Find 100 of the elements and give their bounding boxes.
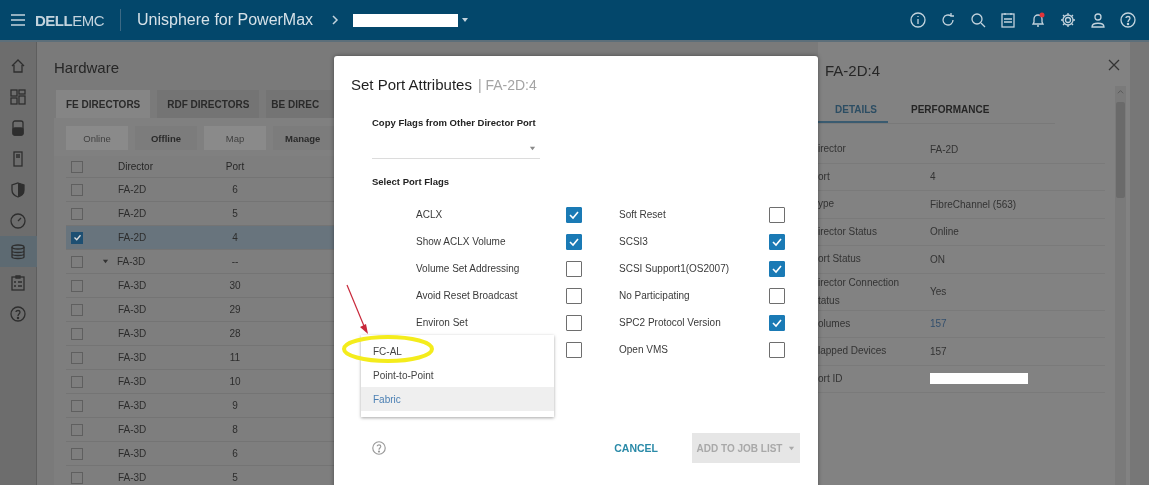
field-label: irector Status [818,224,878,239]
checkbox[interactable] [769,234,785,250]
table-cell-text: 6 [231,184,239,195]
panel-title: FA-2D:4 [825,62,881,81]
checkbox[interactable] [566,207,582,223]
scrollbar-thumb[interactable] [1116,102,1125,198]
field-label: Copy Flags from Other Director Port [372,117,537,128]
column-header[interactable]: Director [118,161,153,172]
checkbox[interactable] [566,234,582,250]
field-label: ort [818,169,831,184]
checkbox[interactable] [769,315,785,331]
field-value: 157 [930,345,947,357]
action-button[interactable]: Manage [273,126,334,150]
close-icon[interactable] [1107,58,1121,72]
table-cell: FA-3D [118,328,147,339]
checkbox[interactable] [769,261,785,277]
caret-icon[interactable] [529,145,536,152]
checklist-icon [9,273,27,292]
checkbox[interactable] [71,160,83,173]
checkbox[interactable] [769,288,785,304]
checkbox[interactable] [71,351,83,364]
table-cell: FA-3D [118,448,147,459]
table-cell-text: 8 [231,424,239,435]
field-value: Yes [930,286,947,297]
checkbox[interactable] [71,399,83,412]
info-icon[interactable] [909,11,927,29]
column-header[interactable]: Port [220,161,250,172]
caret-icon[interactable] [461,16,470,24]
checkbox[interactable] [71,447,83,460]
checkbox[interactable] [71,423,83,436]
checkbox[interactable] [71,303,83,316]
volumes-link[interactable]: 157 [930,318,947,330]
cancel-button[interactable]: CANCEL [608,442,664,454]
help-icon[interactable] [1119,11,1137,29]
field-label: ype [818,197,836,212]
checkbox[interactable] [71,183,83,196]
checkbox[interactable] [71,327,83,340]
checkbox[interactable] [71,471,83,484]
bell-icon[interactable] [1029,11,1047,29]
shield-icon [9,180,27,199]
calendar-icon[interactable] [999,11,1017,29]
field-value: 4 [930,171,936,183]
checkbox[interactable] [566,261,582,277]
table-cell: FA-2D [118,208,147,219]
dialog-subtitle: | FA-2D:4 [477,77,537,93]
caret-icon[interactable] [102,258,109,265]
table-cell-text: -- [230,256,240,267]
checkbox[interactable] [769,207,785,223]
brand-logo: DELLEMC [35,11,104,29]
refresh-icon[interactable] [939,11,957,29]
flag-label: Show ACLX Volume [416,235,507,249]
tab[interactable]: PERFORMANCE [911,97,990,123]
table-cell-text: 10 [228,376,242,387]
menu-item[interactable]: Point-to-Point [361,363,554,387]
menu-item[interactable]: Fabric [361,387,554,411]
field-value: FibreChannel (563) [930,198,1017,210]
table-cell-text: 9 [231,400,239,411]
checkbox[interactable] [566,288,582,304]
table-cell-text: 11 [228,352,242,363]
database-icon [9,242,27,261]
settings-icon[interactable] [1059,11,1077,29]
scrollbar[interactable] [1115,86,1126,485]
field-label: irector Connection tatus [818,275,901,308]
user-icon[interactable] [1089,11,1107,29]
table-cell: FA-3D [118,304,147,315]
table-cell-text: 28 [228,328,242,339]
table-cell: FA-3D [118,400,147,411]
app-title: Unisphere for PowerMax [137,11,314,29]
checkbox[interactable] [71,231,83,244]
checkbox[interactable] [71,375,83,388]
action-button[interactable]: Offline [135,126,197,150]
sidebar-item[interactable] [0,236,37,267]
scroll-up-icon[interactable] [1117,88,1124,95]
checkbox[interactable] [566,342,582,358]
checkbox[interactable] [71,279,83,292]
tab[interactable]: BE DIREC [266,90,334,118]
checkbox[interactable] [566,315,582,331]
flag-label: SPC2 Protocol Version [619,316,722,330]
search-icon[interactable] [969,11,987,29]
field-label: lapped Devices [818,344,888,359]
field-label: ort Status [818,252,862,267]
help-icon [9,304,27,323]
field-label: irector [818,142,847,157]
flag-label: Environ Set [416,316,469,330]
table-cell: FA-3D [118,280,147,291]
menu-icon[interactable] [9,11,27,29]
tab[interactable]: FE DIRECTORS [56,90,151,118]
table-cell-text: 29 [228,304,242,315]
table-cell-text: 4 [231,232,239,243]
tab[interactable]: RDF DIRECTORS [157,90,260,118]
checkbox[interactable] [71,255,83,268]
flag-label: SCSI3 [619,235,649,249]
table-cell-text: 5 [231,472,239,483]
checkbox[interactable] [769,342,785,358]
dialog-title: Set Port Attributes [351,76,472,93]
dashboard-icon [9,87,27,106]
table-cell: FA-2D [118,184,147,195]
checkbox[interactable] [71,207,83,220]
menu-item[interactable]: FC-AL [361,339,554,363]
flag-label: No Participating [619,289,691,303]
